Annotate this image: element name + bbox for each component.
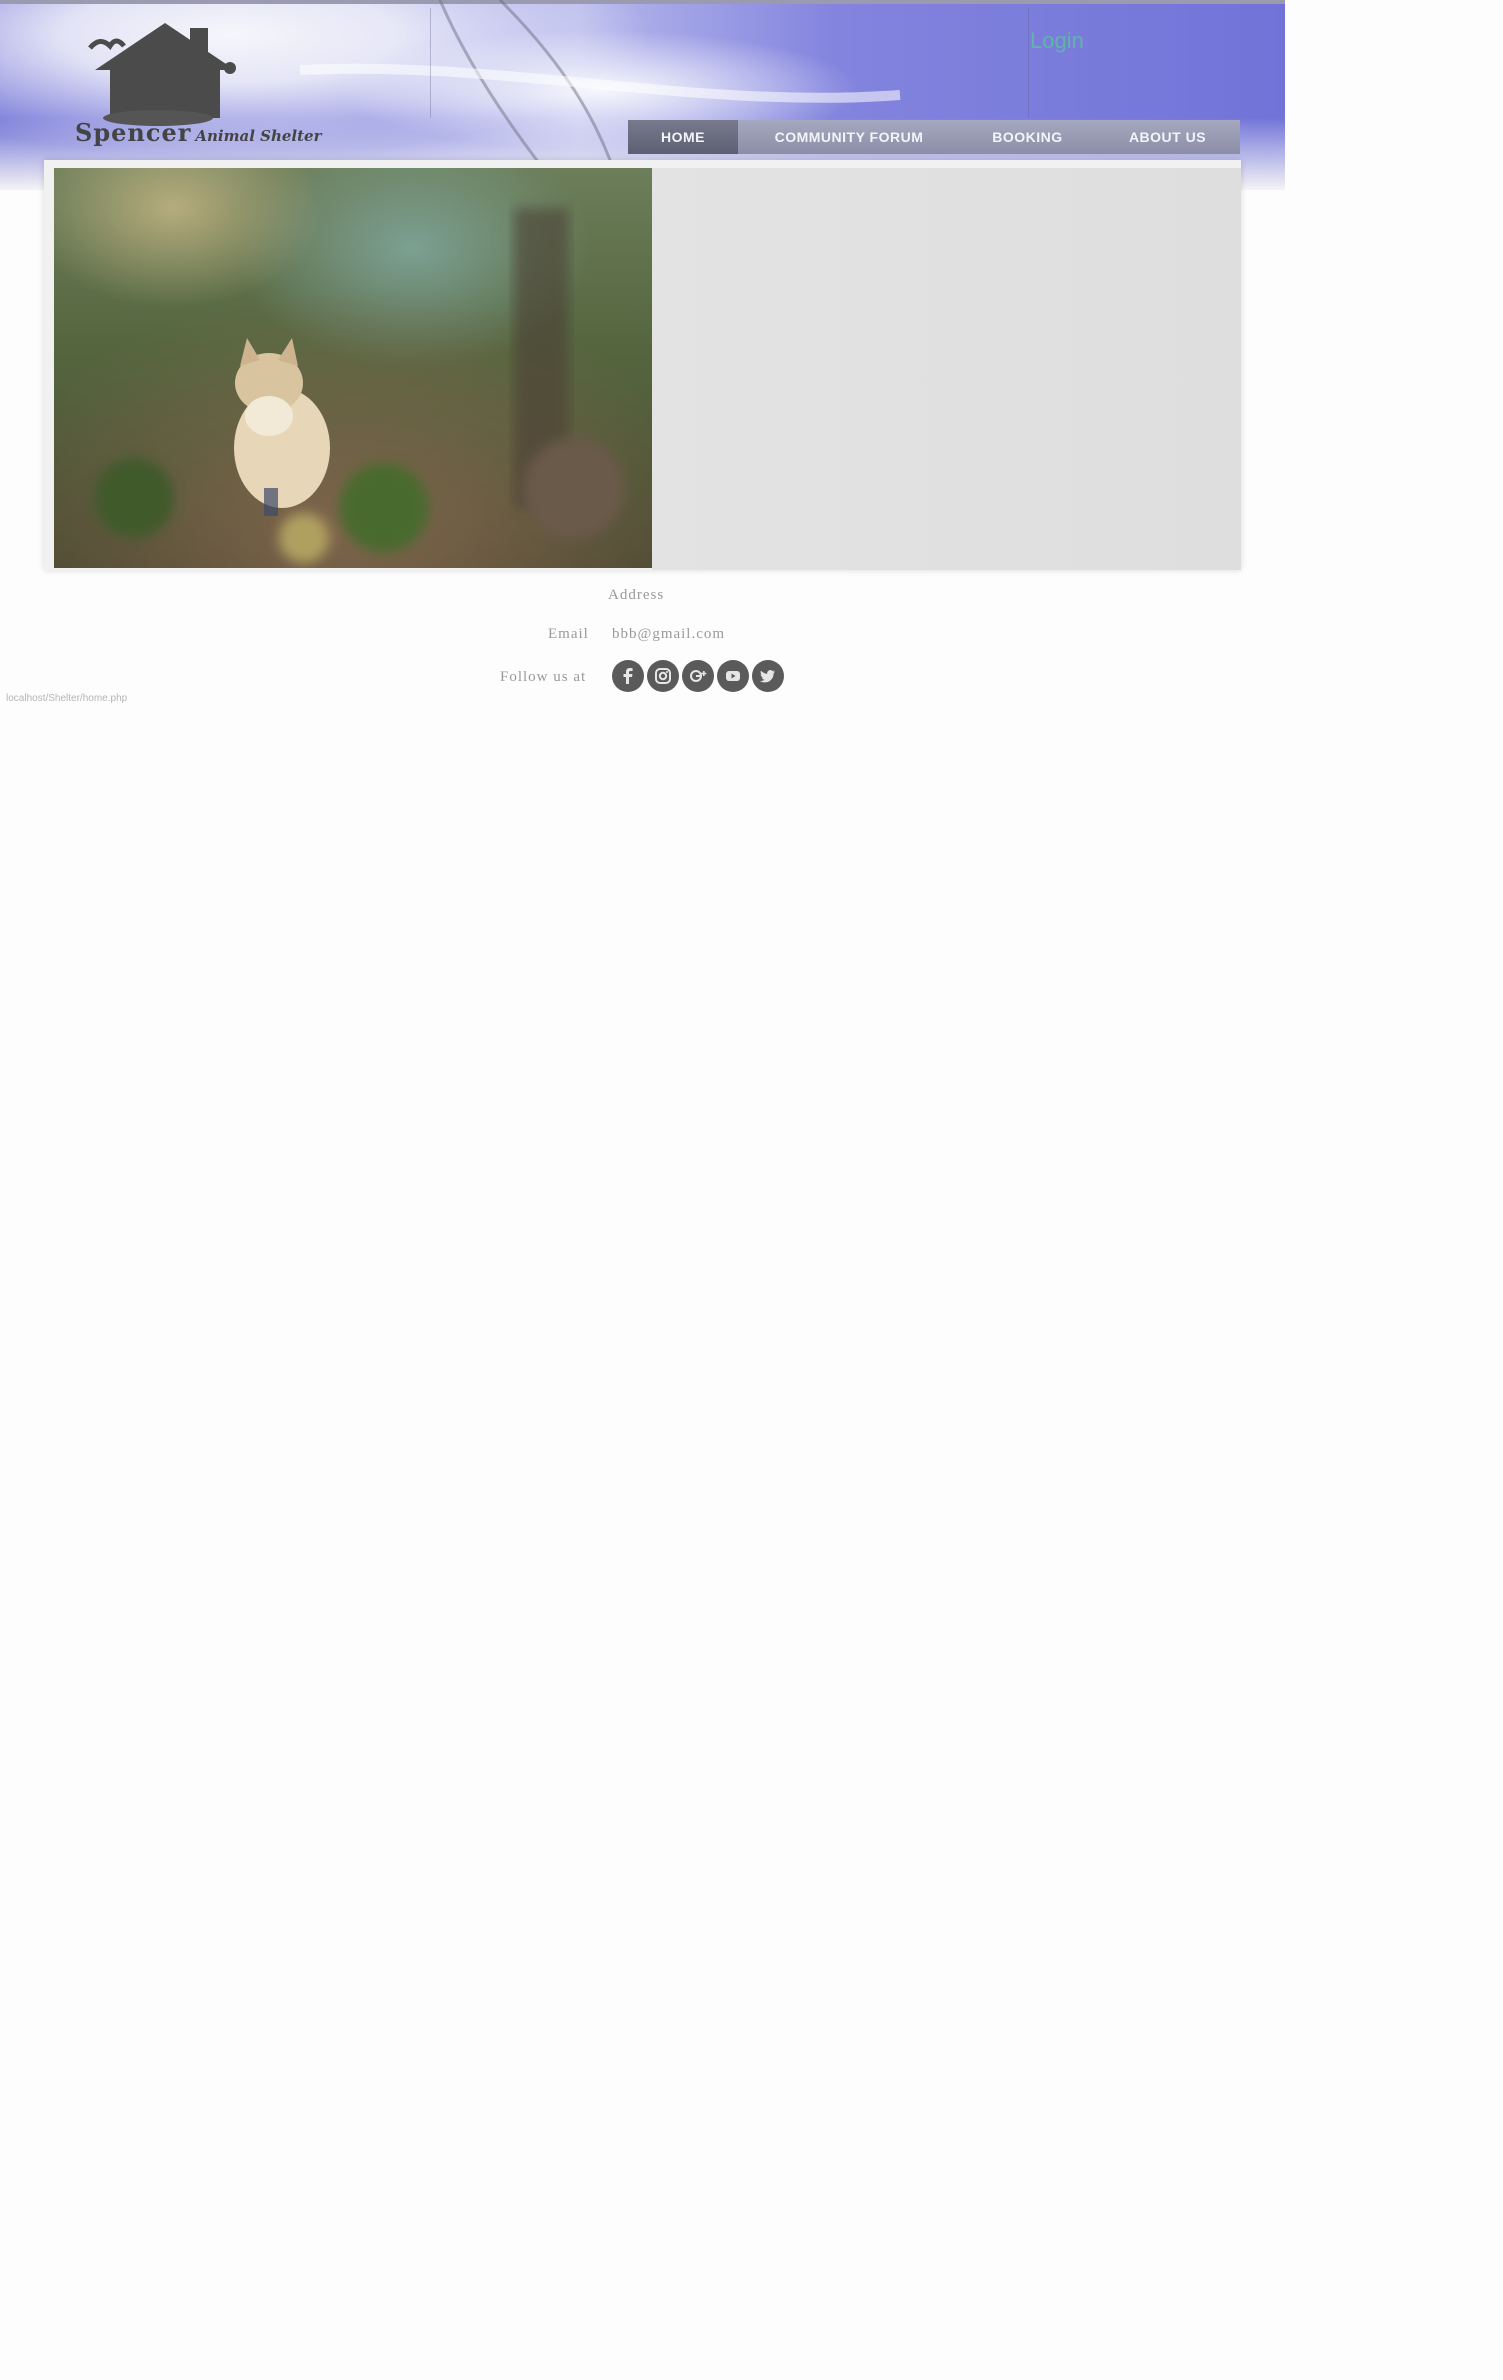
- logo-subtitle: Animal Shelter: [195, 127, 322, 145]
- nav-item-community-forum[interactable]: COMMUNITY FORUM: [738, 120, 960, 154]
- address-label: Address: [608, 586, 664, 604]
- hero-image: [54, 168, 652, 568]
- email-value-text: bbb@gmail.com: [612, 626, 726, 642]
- follow-label: Follow us at: [500, 668, 586, 686]
- instagram-icon[interactable]: [647, 660, 679, 692]
- nav-item-booking[interactable]: BOOKING: [960, 120, 1095, 154]
- side-panel: [652, 168, 1241, 570]
- logo-text: Spencer Animal Shelter: [75, 118, 321, 147]
- cat-photo: [54, 168, 652, 568]
- email-label: Email: [548, 625, 589, 643]
- follow-label-text: Follow us at: [500, 669, 587, 685]
- login-link[interactable]: Login: [1030, 28, 1084, 54]
- logo-name: Spencer: [75, 118, 192, 147]
- email-label-text: Email: [548, 626, 589, 642]
- header-divider: [430, 8, 431, 118]
- google-plus-icon[interactable]: [682, 660, 714, 692]
- header-divider: [1028, 8, 1029, 118]
- facebook-icon[interactable]: [612, 660, 644, 692]
- youtube-icon[interactable]: [717, 660, 749, 692]
- nav-item-home[interactable]: HOME: [628, 120, 738, 154]
- email-value: bbb@gmail.com: [612, 625, 725, 643]
- main-nav: HOME COMMUNITY FORUM BOOKING ABOUT US: [628, 120, 1240, 154]
- twitter-icon[interactable]: [752, 660, 784, 692]
- nav-item-about-us[interactable]: ABOUT US: [1095, 120, 1240, 154]
- status-bar-url: localhost/Shelter/home.php: [6, 693, 128, 704]
- social-icons: [612, 660, 784, 692]
- address-label-text: Address: [608, 587, 665, 603]
